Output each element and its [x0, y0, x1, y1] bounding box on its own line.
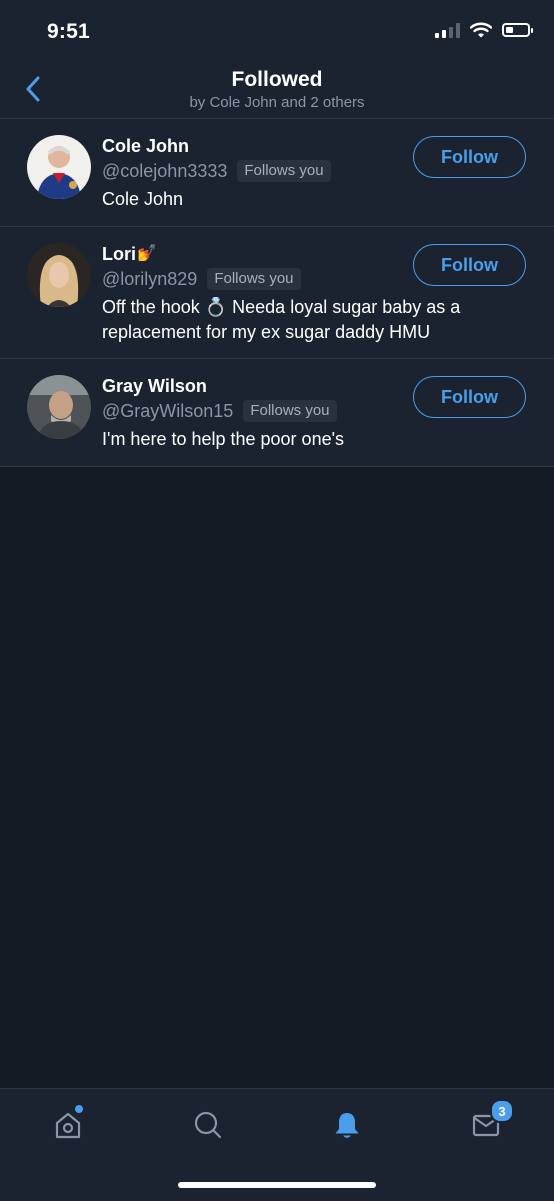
- follow-button[interactable]: Follow: [413, 376, 526, 418]
- home-icon: [55, 1112, 81, 1139]
- page-subtitle: by Cole John and 2 others: [189, 94, 365, 111]
- battery-icon: [502, 23, 533, 37]
- list-item[interactable]: Lori 💅 @lorilyn829 Follows you Off the h…: [0, 227, 554, 359]
- user-bio: Cole John: [102, 189, 184, 209]
- user-bio: I'm here to help the poor one's: [102, 429, 345, 449]
- user-list: Cole John @colejohn3333 Follows you Cole…: [0, 119, 554, 467]
- avatar[interactable]: [27, 375, 91, 439]
- top-bar: 9:51 Followed by Cole John and 2 others: [0, 0, 554, 119]
- new-content-dot: [75, 1105, 83, 1113]
- page-title: Followed: [231, 68, 323, 91]
- bell-icon: [335, 1113, 359, 1138]
- nail-polish-emoji: 💅: [137, 245, 157, 262]
- follows-you-badge: Follows you: [207, 268, 301, 290]
- unread-messages-badge: 3: [490, 1099, 514, 1123]
- status-time: 9:51: [47, 20, 90, 43]
- list-item[interactable]: Cole John @colejohn3333 Follows you Cole…: [0, 119, 554, 227]
- tab-home[interactable]: [48, 1105, 88, 1145]
- tab-messages[interactable]: 3: [466, 1099, 514, 1145]
- list-item[interactable]: Gray Wilson @GrayWilson15 Follows you I'…: [0, 359, 554, 467]
- avatar[interactable]: [27, 135, 91, 199]
- user-handle: @colejohn3333: [102, 161, 228, 181]
- user-bio: Off the hook 💍 Needa loyal sugar baby as…: [102, 297, 461, 342]
- tab-search[interactable]: [188, 1105, 228, 1145]
- wifi-icon: [470, 22, 492, 38]
- follows-you-badge: Follows you: [237, 160, 331, 182]
- follows-you-badge: Follows you: [243, 400, 337, 422]
- user-handle: @lorilyn829: [102, 269, 198, 289]
- tab-notifications[interactable]: [327, 1105, 367, 1145]
- user-handle: @GrayWilson15: [102, 401, 234, 421]
- home-indicator[interactable]: [178, 1182, 376, 1188]
- follow-button[interactable]: Follow: [413, 136, 526, 178]
- cellular-signal-icon: [435, 22, 460, 38]
- status-icons: [435, 22, 533, 38]
- avatar[interactable]: [27, 243, 91, 307]
- follow-button[interactable]: Follow: [413, 244, 526, 286]
- search-icon: [194, 1111, 222, 1139]
